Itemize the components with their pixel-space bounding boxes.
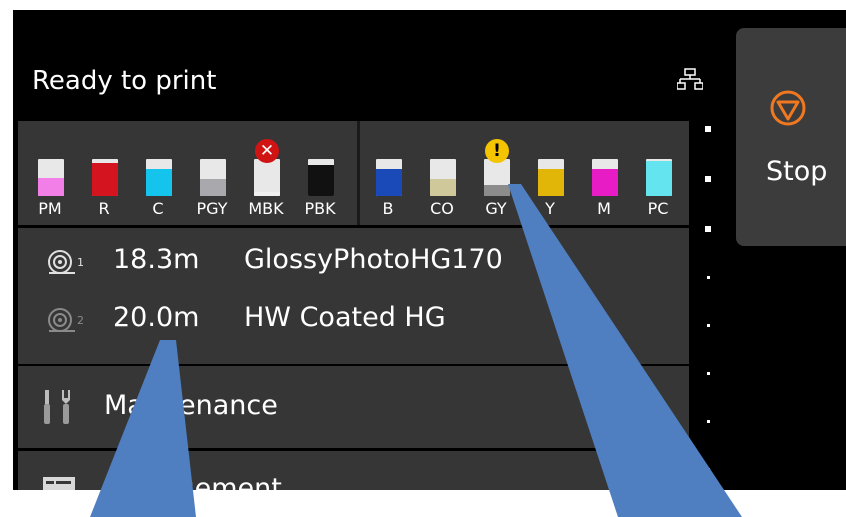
management-icon [43, 477, 75, 490]
ink-tank-m: M [584, 121, 624, 225]
scroll-dot [706, 372, 710, 375]
ink-level-gauge [92, 159, 118, 196]
scroll-dot [706, 468, 710, 471]
ink-level-fill [646, 160, 672, 196]
roll-1-length: 18.3m [113, 244, 200, 275]
scroll-dot [706, 276, 710, 279]
ink-level-fill [308, 164, 334, 196]
ink-tank-gy: ! GY [476, 121, 516, 225]
ink-level-fill [38, 177, 64, 196]
ink-label: MBK [248, 199, 284, 218]
printer-display: Ready to print PM R C PGY ✕ MBK PBK B CO! GY Y M PC … [13, 10, 846, 490]
ink-label: PC [647, 199, 669, 218]
ink-label: CO [430, 199, 454, 218]
ink-tank-pm: PM [30, 121, 70, 225]
ink-warning-icon: ! [485, 139, 509, 163]
scroll-dot [706, 324, 710, 327]
ink-level-fill [200, 179, 226, 196]
svg-text:2: 2 [77, 314, 84, 327]
ink-tank-r: R [84, 121, 124, 225]
roll-1-media-type: GlossyPhotoHG170 [244, 244, 503, 275]
menu-label-maintenance: Maintenance [104, 390, 278, 421]
scroll-dot [706, 420, 710, 423]
ink-label: C [152, 199, 164, 218]
ink-label: PGY [196, 199, 228, 218]
ink-level-gauge [254, 159, 280, 196]
ink-level-gauge [484, 159, 510, 196]
ink-group-divider [357, 121, 360, 225]
maintenance-tools-icon [44, 390, 70, 424]
network-icon [677, 68, 703, 90]
scroll-dot [705, 226, 711, 232]
ink-level-gauge [538, 159, 564, 196]
ink-level-gauge [146, 159, 172, 196]
ink-level-fill [430, 179, 456, 196]
ink-tank-y: Y [530, 121, 570, 225]
ink-level-fill [592, 169, 618, 196]
ink-label: R [98, 199, 110, 218]
ink-level-fill [376, 169, 402, 196]
ink-level-gauge [308, 159, 334, 196]
scroll-indicator[interactable] [705, 116, 715, 486]
ink-label: PBK [304, 199, 336, 218]
ink-label: PM [38, 199, 62, 218]
menu-label-management: Management [104, 473, 282, 490]
roll-2-length: 20.0m [113, 302, 200, 333]
ink-level-gauge [646, 159, 672, 196]
svg-text:1: 1 [77, 256, 84, 269]
scroll-dot [705, 126, 711, 132]
ink-level-fill [92, 162, 118, 196]
ink-label: M [597, 199, 611, 218]
scroll-dot [705, 176, 711, 182]
stop-button-label: Stop [766, 156, 828, 187]
paper-info-panel[interactable]: 1 18.3m GlossyPhotoHG170 2 20.0m HW Coat… [18, 228, 689, 364]
ink-level-fill [484, 184, 510, 196]
stop-icon [770, 90, 806, 126]
ink-level-gauge [376, 159, 402, 196]
ink-status-panel[interactable]: PM R C PGY ✕ MBK PBK B CO! GY Y M PC [18, 121, 689, 225]
ink-label: Y [545, 199, 555, 218]
ink-tank-mbk: ✕ MBK [246, 121, 286, 225]
ink-label: GY [485, 199, 507, 218]
ink-tank-pc: PC [638, 121, 678, 225]
roll-2-media-type: HW Coated HG [244, 302, 446, 333]
ink-level-fill [254, 192, 280, 196]
menu-item-maintenance[interactable]: Maintenance [18, 366, 689, 448]
ink-level-gauge [38, 159, 64, 196]
ink-level-fill [146, 169, 172, 196]
ink-tank-b: B [368, 121, 408, 225]
printer-status-text: Ready to print [32, 66, 217, 96]
stop-button[interactable]: Stop [736, 28, 846, 246]
ink-error-icon: ✕ [255, 139, 279, 163]
roll-paper-1-icon: 1 [48, 250, 84, 274]
ink-tank-c: C [138, 121, 178, 225]
menu-item-management[interactable]: Management [18, 451, 689, 490]
ink-label: B [382, 199, 394, 218]
ink-level-gauge [430, 159, 456, 196]
ink-level-gauge [200, 159, 226, 196]
ink-tank-pgy: PGY [192, 121, 232, 225]
ink-level-gauge [592, 159, 618, 196]
ink-tank-pbk: PBK [300, 121, 340, 225]
roll-paper-2-icon: 2 [48, 308, 84, 332]
ink-tank-co: CO [422, 121, 462, 225]
ink-level-fill [538, 169, 564, 196]
